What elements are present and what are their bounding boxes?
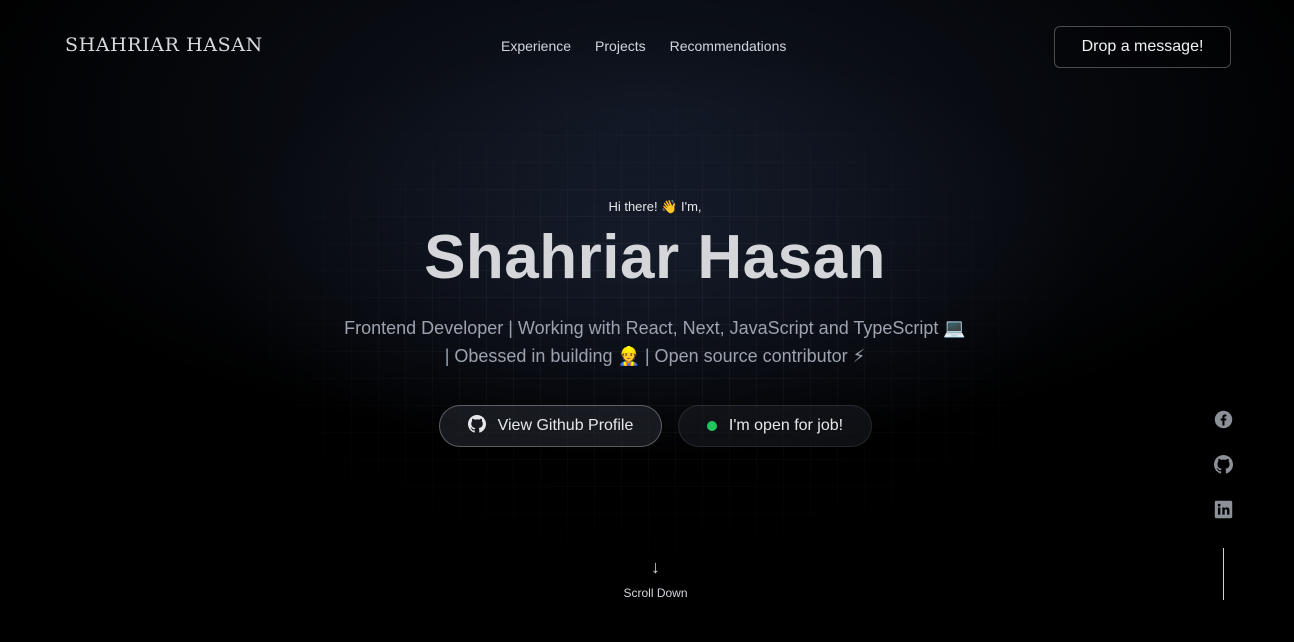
- social-links: [1213, 410, 1233, 519]
- nav-link-projects[interactable]: Projects: [595, 38, 646, 54]
- hero-actions: View Github Profile I'm open for job!: [439, 405, 872, 447]
- scroll-down-indicator[interactable]: ↓ Scroll Down: [605, 556, 706, 600]
- hero-greeting: Hi there! 👋 I'm,: [608, 199, 702, 214]
- nav-link-recommendations[interactable]: Recommendations: [670, 38, 787, 54]
- site-logo[interactable]: SHAHRIAR HASAN: [65, 34, 263, 56]
- github-icon: [467, 414, 486, 438]
- arrow-down-icon: ↓: [651, 557, 660, 577]
- main-nav: Experience Projects Recommendations: [501, 38, 786, 54]
- hero-tagline-line-1: Frontend Developer | Working with React,…: [344, 318, 966, 338]
- hero-tagline-line-2: | Obessed in building 👷 | Open source co…: [444, 346, 866, 366]
- github-icon[interactable]: [1213, 455, 1233, 474]
- social-divider-line: [1223, 548, 1224, 600]
- hero-tagline: Frontend Developer | Working with React,…: [0, 314, 1294, 370]
- linkedin-icon[interactable]: [1214, 500, 1233, 519]
- open-for-job-badge[interactable]: I'm open for job!: [678, 405, 872, 447]
- view-github-button[interactable]: View Github Profile: [439, 405, 662, 447]
- status-dot-icon: [706, 421, 717, 431]
- site-header: SHAHRIAR HASAN Experience Projects Recom…: [0, 0, 1294, 94]
- open-for-job-label: I'm open for job!: [728, 417, 844, 434]
- scroll-down-label: Scroll Down: [623, 586, 688, 600]
- hero-name: Shahriar Hasan: [424, 223, 886, 292]
- facebook-icon[interactable]: [1214, 410, 1233, 429]
- nav-link-experience[interactable]: Experience: [501, 38, 571, 54]
- view-github-label: View Github Profile: [497, 417, 634, 434]
- drop-message-button[interactable]: Drop a message!: [1054, 26, 1231, 68]
